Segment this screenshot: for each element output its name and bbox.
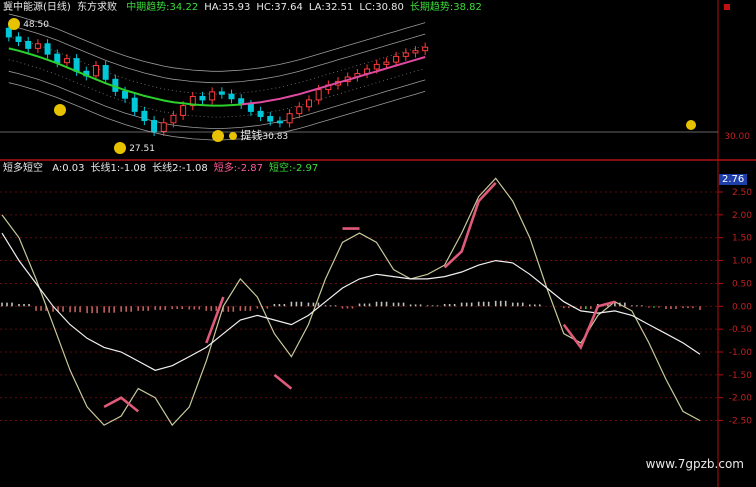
- candle-body: [218, 91, 225, 95]
- candle-body: [170, 114, 177, 124]
- candle-body: [393, 55, 400, 63]
- band-line: [8, 13, 426, 72]
- candle-body: [25, 40, 32, 49]
- candle-body: [267, 116, 274, 122]
- y-tick-label: 2.50: [732, 188, 752, 198]
- candle-body: [305, 99, 312, 108]
- candle-body: [63, 58, 70, 64]
- y-tick-label: 1.00: [732, 257, 752, 267]
- candle-body: [373, 63, 380, 70]
- band-line: [8, 25, 426, 84]
- y-tick-label: -1.00: [729, 348, 753, 358]
- candle-body: [122, 90, 129, 99]
- candle-body: [247, 103, 254, 112]
- current-value-tag: 2.76: [719, 174, 748, 185]
- header-item: LA:32.51: [308, 2, 354, 13]
- y-tick-label: 0.50: [732, 279, 752, 289]
- price-tick-30: 30.00: [724, 132, 750, 142]
- candle-body: [151, 120, 158, 132]
- smiley-icon: [212, 130, 224, 142]
- band-line: [8, 70, 426, 129]
- header-item: A:0.03: [52, 163, 85, 174]
- candle-body: [257, 110, 264, 118]
- oscillator-y-ticks: 2.50 2.00 1.50 1.00 0.50 0.00 -0.50 -1.00 -1.50 -…: [718, 188, 752, 427]
- signal-label: 提钱30.83: [212, 127, 288, 143]
- candle-body: [412, 50, 419, 54]
- signal-value: 30.83: [262, 132, 289, 142]
- low-label: 27.51: [114, 142, 155, 154]
- candle-body: [102, 65, 109, 80]
- candle-body: [199, 95, 206, 101]
- smiley-icon: [54, 104, 66, 116]
- candle-body: [422, 46, 429, 52]
- candle-body: [228, 93, 235, 100]
- stock-title: 冀中能源(日线): [3, 2, 71, 13]
- candle-body: [160, 122, 167, 132]
- oscillator-line: [103, 182, 616, 413]
- candle-body: [34, 43, 41, 49]
- candle-body: [296, 106, 303, 115]
- indicator-name: 东方求败: [77, 2, 117, 13]
- candle-body: [15, 36, 22, 42]
- candle-body: [402, 52, 409, 57]
- y-tick-label: 0.00: [732, 302, 752, 312]
- mid-trend-late: [241, 56, 426, 106]
- mid-trend-line: [8, 47, 426, 107]
- coin-icon: [686, 120, 696, 130]
- coin-icon: [229, 132, 238, 140]
- watermark: www.7gpzb.com: [645, 457, 744, 471]
- candle-body: [209, 91, 216, 101]
- header-item: 长线1:-1.08: [90, 163, 147, 174]
- oscillator-lines: [1, 177, 701, 427]
- signal-text: 提钱: [240, 129, 263, 142]
- oscillator-title: 短多短空: [3, 163, 43, 174]
- oscillator-line: [1, 232, 701, 371]
- header-item: 中期趋势:34.22: [126, 2, 199, 13]
- band-dot-line: [8, 36, 426, 95]
- chart-canvas: 2.50 2.00 1.50 1.00 0.50 0.00 -0.50 -1.00 -1.50 -…: [0, 0, 756, 487]
- header-item: 长期趋势:38.82: [409, 2, 482, 13]
- header-item: HA:35.93: [204, 2, 251, 13]
- y-tick-label: -0.50: [729, 325, 753, 335]
- close-icon[interactable]: [724, 4, 730, 10]
- candle-body: [180, 105, 187, 116]
- upper-header: 冀中能源(日线) 东方求败 中期趋势:34.22 HA:35.93 HC:37.64…: [3, 2, 482, 14]
- candle-body: [54, 53, 61, 64]
- candle-body: [286, 113, 293, 124]
- oscillator-line: [1, 177, 701, 427]
- smiley-icon: [114, 142, 126, 154]
- smiley-icon: [8, 18, 20, 30]
- high-label: 48.50: [8, 18, 49, 30]
- y-tick-label: 2.00: [732, 211, 752, 221]
- y-tick-label: -2.50: [729, 417, 753, 427]
- header-item: HC:37.64: [256, 2, 303, 13]
- y-tick-label: -2.00: [729, 394, 753, 404]
- header-item: 长线2:-1.08: [152, 163, 208, 174]
- header-item: 短多:-2.87: [213, 163, 263, 174]
- y-tick-label: 1.50: [732, 234, 752, 244]
- candle-body: [276, 120, 283, 124]
- candle-body: [383, 61, 390, 65]
- lower-header: 短多短空 A:0.03 长线1:-1.08 长线2:-1.08 短多:-2.87 短空:…: [3, 163, 318, 175]
- candle-body: [141, 110, 148, 122]
- price-band-lines: [8, 13, 426, 141]
- candle-body: [73, 58, 80, 72]
- header-item: 短空:-2.97: [268, 163, 319, 174]
- low-value: 27.51: [129, 144, 155, 154]
- header-item: LC:30.80: [359, 2, 404, 13]
- y-tick-label: -1.50: [729, 371, 753, 381]
- candle-body: [44, 43, 51, 55]
- candle-body: [315, 89, 322, 101]
- candle-body: [131, 97, 138, 112]
- high-value: 48.50: [23, 20, 49, 30]
- candle-body: [92, 65, 99, 77]
